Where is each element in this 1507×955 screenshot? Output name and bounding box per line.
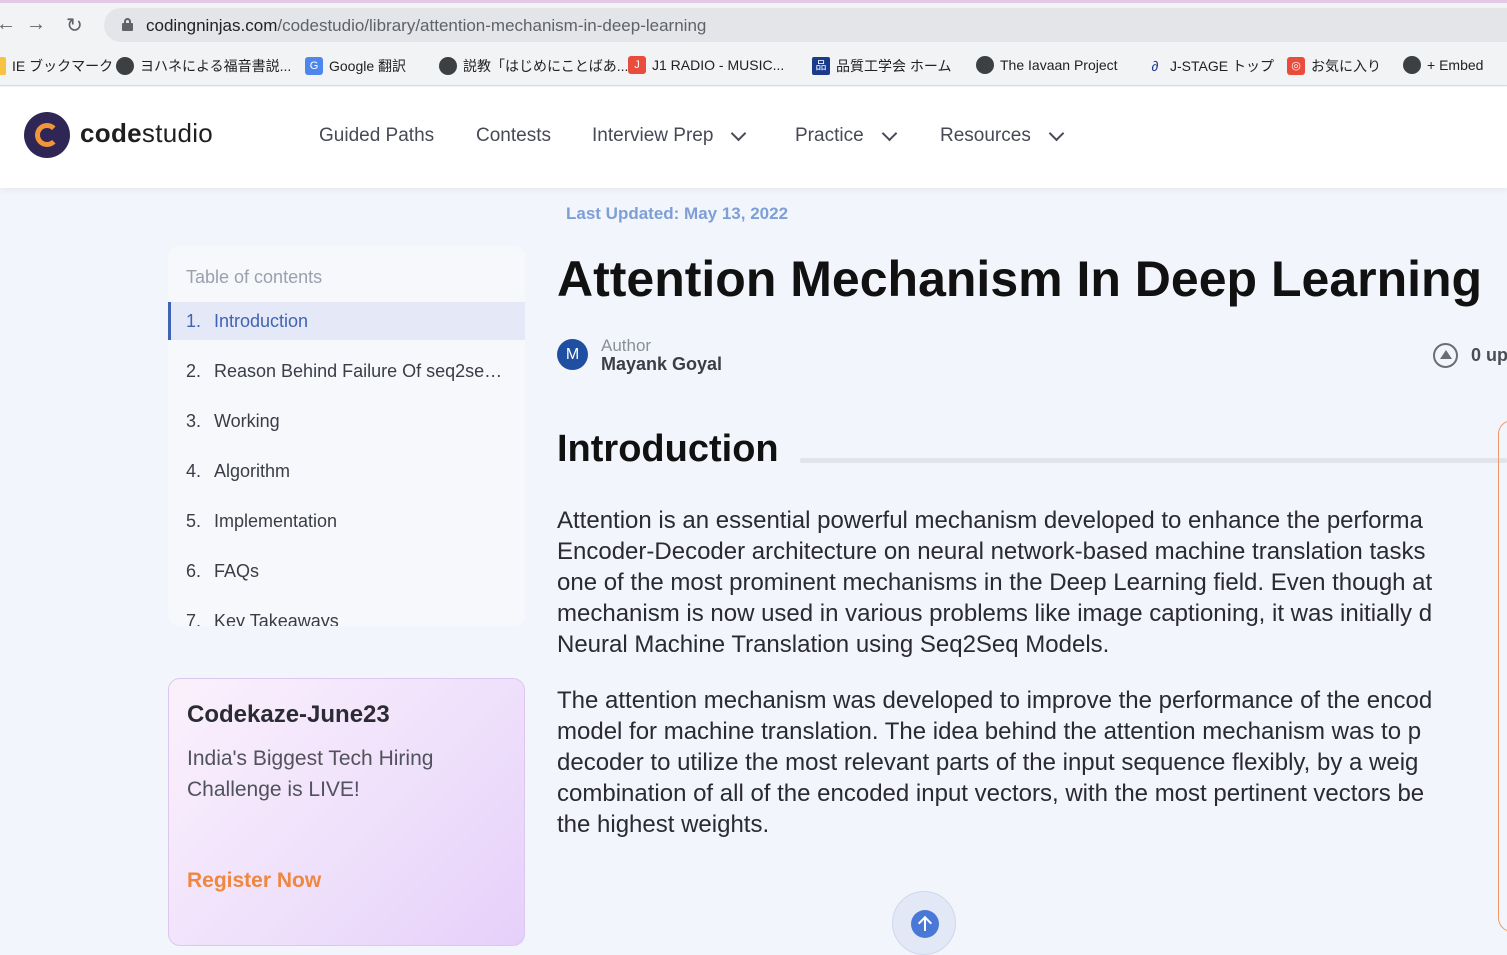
paragraph-line: Encoder-Decoder architecture on neural n… bbox=[557, 538, 1426, 565]
heading-divider bbox=[800, 458, 1507, 463]
author-name[interactable]: Mayank Goyal bbox=[601, 354, 722, 375]
author-label: Author bbox=[601, 336, 652, 355]
forward-icon[interactable]: → bbox=[26, 13, 46, 36]
globe-icon bbox=[439, 57, 457, 75]
scroll-to-top-button[interactable] bbox=[892, 891, 956, 955]
site-header: codestudio Guided Paths Contests Intervi… bbox=[0, 87, 1507, 188]
bookmark-sermon[interactable]: 説教「はじめにことばあ... bbox=[439, 56, 628, 76]
toc-item-working[interactable]: 3. Working bbox=[168, 402, 525, 440]
paragraph-line: the highest weights. bbox=[557, 811, 770, 838]
paragraph-line: model for machine translation. The idea … bbox=[557, 718, 1422, 745]
side-panel-edge[interactable] bbox=[1498, 420, 1507, 932]
bookmark-j1-radio[interactable]: J J1 RADIO - MUSIC... bbox=[628, 56, 784, 74]
promo-title: Codekaze-June23 bbox=[187, 701, 390, 728]
paragraph-line: decoder to utilize the most relevant par… bbox=[557, 749, 1419, 776]
paragraph-line: Attention is an essential powerful mecha… bbox=[557, 507, 1423, 534]
bookmark-jstage[interactable]: ∂ J-STAGE トップ bbox=[1146, 56, 1274, 76]
address-bar[interactable]: codingninjas.com/codestudio/library/atte… bbox=[104, 8, 1507, 42]
folder-icon bbox=[0, 57, 6, 75]
promo-subtitle: India's Biggest Tech Hiring Challenge is… bbox=[187, 747, 434, 801]
upvote-icon[interactable] bbox=[1433, 343, 1458, 368]
browser-toolbar: ← → ↻ codingninjas.com/codestudio/librar… bbox=[0, 0, 1507, 46]
chevron-down-icon bbox=[881, 125, 897, 141]
lock-icon[interactable] bbox=[122, 18, 133, 31]
paragraph-line: Neural Machine Translation using Seq2Seq… bbox=[557, 631, 1110, 658]
toc-item-algorithm[interactable]: 4. Algorithm bbox=[168, 452, 525, 490]
toc-item-key-takeaways[interactable]: 7. Key Takeaways bbox=[168, 602, 525, 626]
codekaze-promo-card: Codekaze-June23 India's Biggest Tech Hir… bbox=[168, 678, 525, 946]
nav-guided-paths[interactable]: Guided Paths bbox=[319, 125, 434, 147]
nav-interview-prep[interactable]: Interview Prep bbox=[592, 125, 747, 147]
bookmark-google-translate[interactable]: G Google 翻訳 bbox=[305, 56, 406, 76]
toc-item-introduction[interactable]: 1. Introduction bbox=[168, 302, 525, 340]
nav-contests[interactable]: Contests bbox=[476, 125, 551, 147]
site-icon: 品 bbox=[812, 57, 830, 75]
codestudio-logo-icon[interactable] bbox=[24, 112, 70, 158]
google-translate-icon: G bbox=[305, 57, 323, 75]
nav-resources[interactable]: Resources bbox=[940, 125, 1065, 147]
intro-paragraph-1: Attention is an essential powerful mecha… bbox=[557, 505, 1507, 660]
back-icon[interactable]: ← bbox=[0, 13, 16, 36]
codestudio-logo-text[interactable]: codestudio bbox=[80, 118, 213, 149]
article-title: Attention Mechanism In Deep Learning bbox=[557, 251, 1483, 307]
last-updated: Last Updated: May 13, 2022 bbox=[566, 204, 789, 223]
globe-icon bbox=[1403, 56, 1421, 74]
globe-icon bbox=[116, 57, 134, 75]
upvote-count: 0 up bbox=[1471, 345, 1507, 365]
register-now-link[interactable]: Register Now bbox=[187, 869, 321, 893]
jstage-icon: ∂ bbox=[1151, 58, 1159, 74]
toc-item-reason-failure[interactable]: 2. Reason Behind Failure Of seq2seq Model… bbox=[168, 352, 525, 390]
intro-paragraph-2: The attention mechanism was developed to… bbox=[557, 685, 1507, 840]
bookmark-iavaan[interactable]: The Iavaan Project bbox=[976, 56, 1118, 74]
bookmark-ie[interactable]: IE ブックマーク bbox=[0, 56, 113, 76]
bookmark-favorites[interactable]: ◎ お気に入り bbox=[1287, 56, 1381, 76]
table-of-contents: Table of contents 1. Introduction 2. Reaso… bbox=[168, 246, 525, 626]
nav-practice[interactable]: Practice bbox=[795, 125, 897, 147]
toc-title: Table of contents bbox=[186, 267, 323, 287]
bookmark-john-gospel[interactable]: ヨハネによる福音書説... bbox=[116, 56, 291, 76]
bookmark-quality-engineering[interactable]: 品品質工学会 ホーム bbox=[812, 56, 951, 76]
arrow-up-icon bbox=[911, 910, 939, 938]
section-heading-introduction: Introduction bbox=[557, 428, 779, 470]
url-text[interactable]: codingninjas.com/codestudio/library/atte… bbox=[146, 16, 706, 36]
bookmark-embed[interactable]: + Embed bbox=[1403, 56, 1483, 74]
chevron-down-icon bbox=[1048, 125, 1065, 141]
globe-icon bbox=[976, 56, 994, 74]
author-avatar[interactable]: M bbox=[557, 339, 588, 370]
upvote-button[interactable]: 0 up bbox=[1433, 343, 1507, 368]
favorites-icon: ◎ bbox=[1287, 57, 1305, 75]
reload-icon[interactable]: ↻ bbox=[66, 13, 83, 38]
paragraph-line: one of the most prominent mechanisms in … bbox=[557, 569, 1433, 596]
paragraph-line: The attention mechanism was developed to… bbox=[557, 687, 1433, 714]
j1-radio-icon: J bbox=[628, 56, 646, 74]
bookmarks-bar: IE ブックマーク ヨハネによる福音書説... G Google 翻訳 説教「はじ… bbox=[0, 46, 1507, 86]
chevron-down-icon bbox=[731, 125, 747, 141]
toc-item-faqs[interactable]: 6. FAQs bbox=[168, 552, 525, 590]
paragraph-line: combination of all of the encoded input … bbox=[557, 780, 1425, 807]
paragraph-line: mechanism is now used in various problem… bbox=[557, 600, 1433, 627]
toc-item-implementation[interactable]: 5. Implementation bbox=[168, 502, 525, 540]
